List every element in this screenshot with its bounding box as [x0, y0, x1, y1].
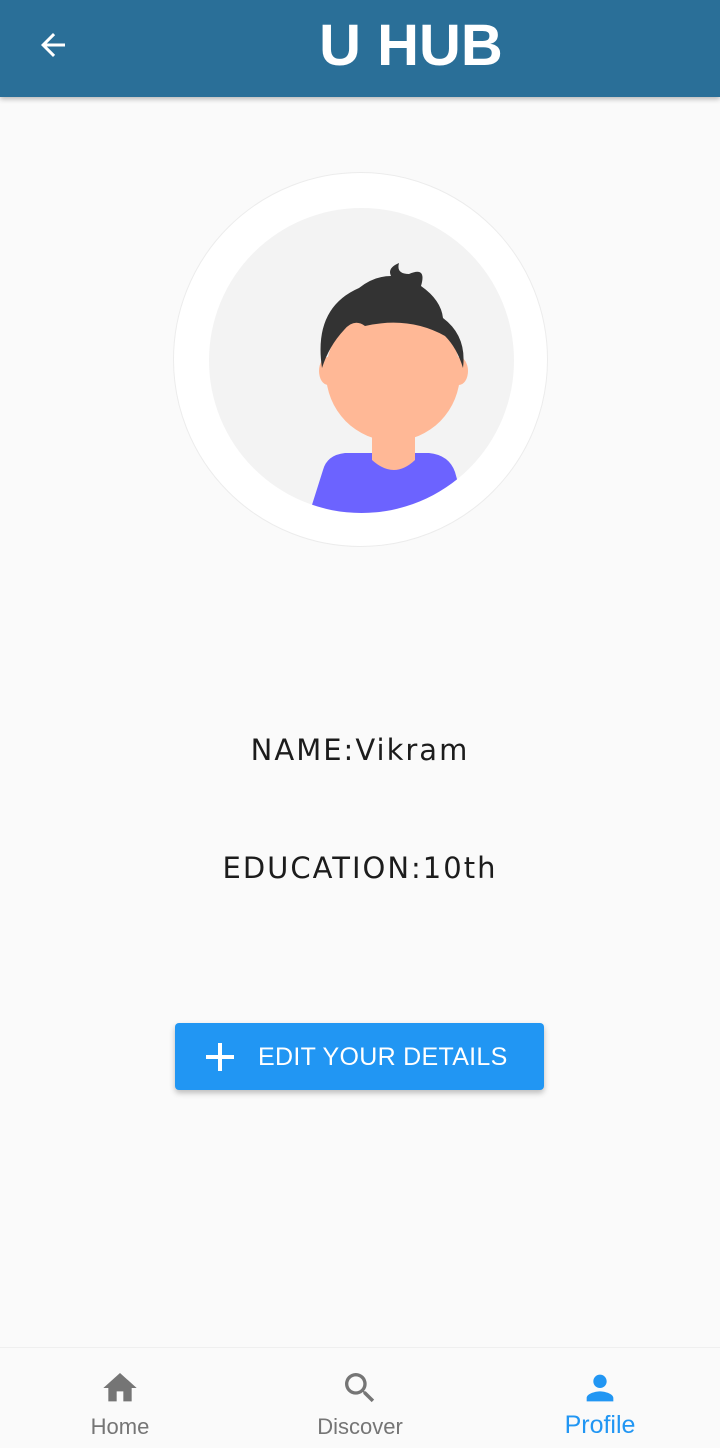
- bottom-navigation: Home Discover Profile: [0, 1347, 720, 1448]
- search-icon: [345, 1373, 375, 1403]
- nav-home[interactable]: Home: [0, 1348, 240, 1448]
- nav-profile-label: Profile: [564, 1411, 636, 1439]
- nav-discover[interactable]: Discover: [240, 1348, 480, 1448]
- avatar-illustration: [311, 263, 468, 513]
- avatar-frame: [173, 172, 548, 547]
- edit-details-label: EDIT YOUR DETAILS: [258, 1043, 508, 1071]
- nav-home-label: Home: [90, 1414, 150, 1439]
- name-text: NAME:Vikram: [250, 733, 470, 767]
- edit-details-button[interactable]: EDIT YOUR DETAILS: [175, 1023, 544, 1090]
- education-text: EDUCATION:10th: [222, 851, 498, 885]
- app-title: U HUB: [319, 13, 503, 78]
- home-icon: [103, 1373, 137, 1402]
- nav-profile[interactable]: Profile: [480, 1348, 720, 1448]
- plus-icon: [206, 1043, 234, 1071]
- app-bar: U HUB: [0, 0, 720, 97]
- avatar: [209, 208, 514, 513]
- nav-discover-label: Discover: [317, 1414, 403, 1439]
- person-icon: [586, 1374, 614, 1402]
